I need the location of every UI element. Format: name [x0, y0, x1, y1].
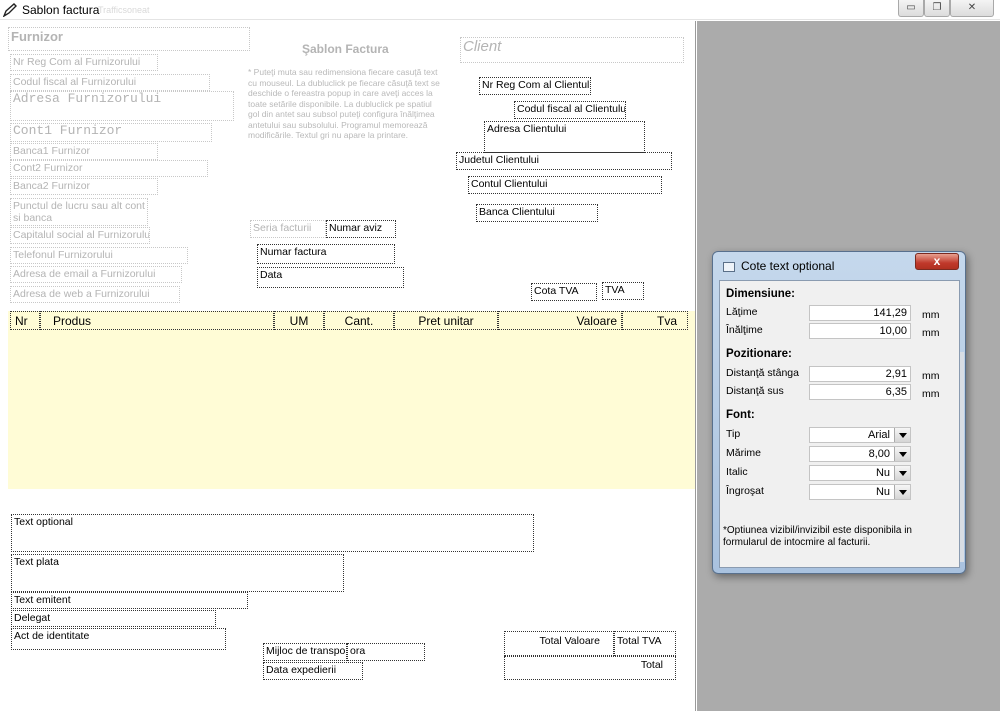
font-size-select[interactable]: 8,00 [809, 446, 911, 462]
height-unit: mm [922, 327, 940, 339]
supplier-account1-field[interactable]: Cont1 Furnizor [10, 123, 212, 142]
height-label: Înălţime [726, 324, 763, 336]
chevron-down-icon[interactable] [894, 428, 910, 442]
optional-text-dimensions-dialog[interactable]: Cote text optional x Dimensiune: Lăţime … [712, 251, 966, 574]
client-bank-field[interactable]: Banca Clientului [476, 204, 598, 222]
chevron-down-icon[interactable] [894, 466, 910, 480]
client-county-field[interactable]: Judetul Clientului [456, 152, 672, 170]
column-header-unit[interactable]: UM [274, 311, 324, 330]
products-table-area[interactable] [8, 311, 695, 489]
font-heading: Font: [726, 409, 755, 421]
total-value-field[interactable]: Total Valoare [504, 631, 614, 656]
total-vat-field[interactable]: Total TVA [614, 631, 676, 656]
title-bar: Sablon factura Trafficsoneat ▭ ❐ ✕ [0, 0, 1000, 20]
help-note: * Puteţi muta sau redimensiona fiecare c… [248, 67, 440, 140]
column-header-product[interactable]: Produs [40, 311, 274, 330]
chevron-down-icon[interactable] [894, 447, 910, 461]
italic-label: Italic [726, 466, 748, 478]
supplier-reg-field[interactable]: Nr Reg Com al Furnizorului [10, 54, 158, 71]
invoice-series-field[interactable]: Seria facturii [250, 220, 326, 238]
supplier-title-field[interactable]: Furnizor [8, 27, 250, 51]
grand-total-field[interactable]: Total [504, 656, 676, 680]
title-ghost-text: Trafficsoneat [98, 5, 150, 15]
column-header-unit-price[interactable]: Pret unitar [394, 311, 498, 330]
invoice-date-field[interactable]: Data [257, 267, 404, 288]
hour-field[interactable]: ora [347, 643, 425, 661]
dialog-scrollbar[interactable] [960, 352, 964, 562]
notice-number-field[interactable]: Numar aviz [326, 220, 396, 238]
vat-rate-field[interactable]: Cota TVA [531, 283, 597, 301]
left-distance-unit: mm [922, 370, 940, 382]
left-distance-label: Distanţă stânga [726, 367, 799, 379]
font-size-value: 8,00 [868, 448, 890, 460]
top-distance-input[interactable]: 6,35 [809, 384, 911, 400]
client-title-field[interactable]: Client [460, 37, 684, 63]
close-button[interactable]: ✕ [950, 0, 994, 17]
dialog-title: Cote text optional [741, 259, 835, 273]
dialog-note: *Optiunea vizibil/invizibil este disponi… [723, 525, 912, 548]
supplier-bank1-field[interactable]: Banca1 Furnizor [10, 143, 158, 160]
font-type-select[interactable]: Arial [809, 427, 911, 443]
supplier-web-field[interactable]: Adresa de web a Furnizorului [10, 286, 180, 303]
top-distance-unit: mm [922, 388, 940, 400]
supplier-email-field[interactable]: Adresa de email a Furnizorului [10, 266, 182, 283]
bold-select[interactable]: Nu [809, 484, 911, 500]
pen-icon [3, 3, 17, 17]
column-header-vat[interactable]: Tva [622, 311, 688, 330]
supplier-capital-field[interactable]: Capitalul social al Furnizorului [10, 227, 150, 244]
transport-field[interactable]: Mijloc de transpo [263, 643, 347, 661]
supplier-bank2-field[interactable]: Banca2 Furnizor [10, 178, 158, 195]
left-distance-input[interactable]: 2,91 [809, 366, 911, 382]
height-input[interactable]: 10,00 [809, 323, 911, 339]
dialog-close-button[interactable]: x [915, 253, 959, 270]
delegate-field[interactable]: Delegat [11, 610, 216, 627]
column-header-value[interactable]: Valoare [498, 311, 622, 330]
font-size-label: Mărime [726, 447, 762, 459]
optional-text-field[interactable]: Text optional [11, 514, 534, 552]
payment-text-field[interactable]: Text plata [11, 554, 344, 592]
dimensions-heading: Dimensiune: [726, 288, 796, 300]
client-reg-field[interactable]: Nr Reg Com al Clientului [479, 77, 591, 95]
minimize-button[interactable]: ▭ [898, 0, 924, 17]
font-type-label: Tip [726, 428, 741, 440]
width-label: Lăţime [726, 306, 758, 318]
font-type-value: Arial [867, 429, 890, 441]
supplier-address-field[interactable]: Adresa Furnizorului [10, 91, 234, 121]
chevron-down-icon[interactable] [894, 485, 910, 499]
position-heading: Pozitionare: [726, 348, 792, 360]
top-distance-label: Distanţă sus [726, 385, 784, 397]
bold-label: Îngroşat [726, 485, 764, 497]
issuer-text-field[interactable]: Text emitent [11, 592, 248, 609]
width-input[interactable]: 141,29 [809, 305, 911, 321]
supplier-fiscal-code-field[interactable]: Codul fiscal al Furnizorului [10, 74, 210, 91]
restore-button[interactable]: ❐ [924, 0, 950, 17]
italic-select[interactable]: Nu [809, 465, 911, 481]
supplier-account2-field[interactable]: Cont2 Furnizor [10, 160, 208, 177]
ship-date-field[interactable]: Data expedierii [263, 662, 363, 680]
client-account-field[interactable]: Contul Clientului [468, 176, 662, 194]
template-title: Şablon Factura [302, 42, 389, 56]
vat-field[interactable]: TVA [602, 282, 644, 300]
id-document-field[interactable]: Act de identitate [11, 628, 226, 650]
column-header-quantity[interactable]: Cant. [324, 311, 394, 330]
italic-value: Nu [875, 467, 890, 479]
window-title: Sablon factura [22, 3, 100, 17]
column-header-nr[interactable]: Nr [10, 311, 40, 330]
supplier-workpoint-field[interactable]: Punctul de lucru sau alt cont si banca [10, 198, 148, 226]
invoice-number-field[interactable]: Numar factura [257, 244, 395, 264]
client-fiscal-code-field[interactable]: Codul fiscal al Clientului [514, 101, 626, 119]
width-unit: mm [922, 309, 940, 321]
supplier-phone-field[interactable]: Telefonul Furnizorului [10, 247, 188, 264]
client-address-field[interactable]: Adresa Clientului [484, 121, 645, 153]
dialog-window-icon [723, 262, 735, 272]
bold-value: Nu [875, 486, 890, 498]
